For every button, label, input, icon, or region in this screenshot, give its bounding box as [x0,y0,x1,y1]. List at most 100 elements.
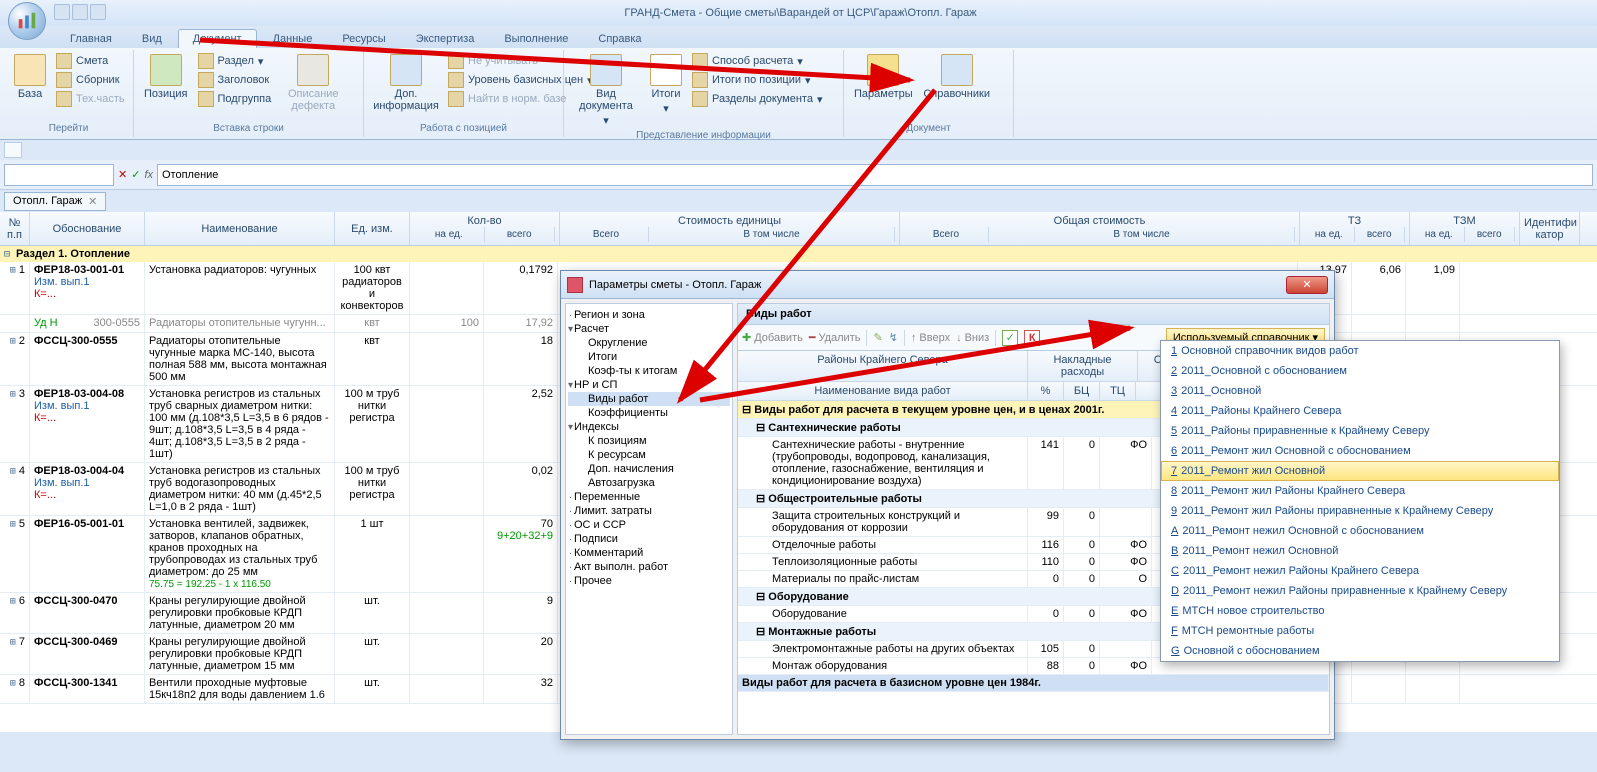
position-button[interactable]: Позиция [140,52,192,102]
tree-item[interactable]: ·Подписи [568,532,730,546]
tree-item[interactable]: К позициям [568,434,730,448]
tree-item[interactable]: Автозагрузка [568,476,730,490]
dialog-close-button[interactable]: ✕ [1286,276,1328,294]
fx-icon[interactable]: fx [144,169,153,181]
qat-redo-icon[interactable] [90,4,106,20]
zagolovok-button[interactable]: Заголовок [196,71,274,89]
ribbon-tab-2[interactable]: Документ [178,29,257,48]
tree-item[interactable]: ▾НР и СП [568,378,730,392]
ribbon-tab-6[interactable]: Выполнение [490,30,582,48]
cell-ref-input[interactable] [4,164,114,186]
ribbon-tab-1[interactable]: Вид [128,30,176,48]
vid-dok-button[interactable]: Вид документа ▾ [570,52,642,129]
wth-pc[interactable]: % [1028,382,1064,400]
podgruppa-button[interactable]: Подгруппа [196,90,274,108]
tree-item[interactable]: ▾Индексы [568,420,730,434]
itogi-button[interactable]: Итоги ▾ [646,52,686,117]
tree-item[interactable]: ·Акт выполн. работ [568,560,730,574]
settings-tree[interactable]: ·Регион и зона▾РасчетОкруглениеИтогиКоэф… [565,303,733,735]
defekt-button[interactable]: Описание дефекта [277,52,349,114]
qat-undo-icon[interactable] [72,4,88,20]
popup-item[interactable]: 8 2011_Ремонт жил Районы Крайнего Севера [1161,481,1559,501]
delete-button[interactable]: ━Удалить [809,331,861,344]
tree-item[interactable]: Коэффициенты [568,406,730,420]
params-button[interactable]: Параметры [850,52,917,102]
col-id[interactable]: Идентифи катор [1520,212,1580,245]
reference-popup[interactable]: 1 Основной справочник видов работ2 2011_… [1160,340,1560,662]
accept-icon[interactable]: ✓ [131,168,140,181]
tree-item[interactable]: ·ОС и ССР [568,518,730,532]
up-button[interactable]: ↑ Вверх [911,332,950,344]
tree-item[interactable]: ▾Расчет [568,322,730,336]
col-naim[interactable]: Наименование [145,212,335,245]
dopinfo-button[interactable]: Доп. информация [370,52,442,114]
col-ed[interactable]: Ед. изм. [335,212,410,245]
col-tz[interactable]: ТЗ на ед.всего [1300,212,1410,245]
check-icon[interactable]: ✓ [1002,330,1018,346]
col-obos[interactable]: Обоснование [30,212,145,245]
popup-item[interactable]: 6 2011_Ремонт жил Основной с обоснование… [1161,441,1559,461]
popup-item[interactable]: 9 2011_Ремонт жил Районы приравненные к … [1161,501,1559,521]
wth-region[interactable]: Районы Крайнего Севера [738,351,1028,381]
tb-icon[interactable] [4,142,22,158]
itpoz-button[interactable]: Итоги по позиции ▾ [690,71,825,89]
tree-item[interactable]: Итоги [568,350,730,364]
close-icon[interactable]: ✕ [88,195,97,208]
work-row[interactable]: Виды работ для расчета в базисном уровне… [738,675,1329,692]
ribbon-tab-0[interactable]: Главная [56,30,126,48]
tree-item[interactable]: ·Лимит. затраты [568,504,730,518]
sposob-button[interactable]: Способ расчета ▾ [690,52,825,70]
razdel-button[interactable]: Раздел ▾ [196,52,274,70]
sbornik-button[interactable]: Сборник [54,71,127,89]
sprav-button[interactable]: Справочники [921,52,993,102]
tree-item[interactable]: Округление [568,336,730,350]
razdok-button[interactable]: Разделы документа ▾ [690,90,825,108]
col-np[interactable]: № п.п [0,212,30,245]
teh-button[interactable]: Тех.часть [54,90,127,108]
col-stoied[interactable]: Стоимость единицы ВсегоВ том числе [560,212,900,245]
wth-nakl[interactable]: Накладные расходы [1028,351,1138,381]
popup-item[interactable]: F МТСН ремонтные работы [1161,621,1559,641]
ribbon-tab-7[interactable]: Справка [584,30,655,48]
popup-item[interactable]: E МТСН новое строительство [1161,601,1559,621]
popup-item[interactable]: 3 2011_Основной [1161,381,1559,401]
ribbon-tab-5[interactable]: Экспертиза [402,30,489,48]
cancel-icon[interactable]: ✕ [118,168,127,181]
qat-save-icon[interactable] [54,4,70,20]
k-icon[interactable]: К [1024,330,1040,346]
smeta-button[interactable]: Смета [54,52,127,70]
doc-tab[interactable]: Отопл. Гараж✕ [4,192,106,211]
popup-item[interactable]: C 2011_Ремонт нежил Районы Крайнего Севе… [1161,561,1559,581]
add-button[interactable]: ✚Добавить [742,331,803,344]
wth-tc[interactable]: ТЦ [1100,382,1136,400]
section-header[interactable]: ⊟ Раздел 1. Отопление [0,246,1597,262]
ribbon-tab-3[interactable]: Данные [259,30,327,48]
col-kolvo[interactable]: Кол-во на ед.всего [410,212,560,245]
popup-item[interactable]: 7 2011_Ремонт жил Основной [1161,461,1559,481]
tree-item[interactable]: К ресурсам [568,448,730,462]
brush-icon[interactable]: ↯ [889,331,898,344]
edit-icon[interactable]: ✎ [873,331,882,344]
col-obst[interactable]: Общая стоимость ВсегоВ том числе [900,212,1300,245]
popup-item[interactable]: G Основной с обоснованием [1161,641,1559,661]
tree-item[interactable]: Коэф-ты к итогам [568,364,730,378]
col-tzm[interactable]: ТЗМ на ед.всего [1410,212,1520,245]
baza-button[interactable]: База [10,52,50,102]
tree-item[interactable]: ·Регион и зона [568,308,730,322]
tree-item[interactable]: ·Переменные [568,490,730,504]
popup-item[interactable]: B 2011_Ремонт нежил Основной [1161,541,1559,561]
tree-item[interactable]: ·Комментарий [568,546,730,560]
popup-item[interactable]: 1 Основной справочник видов работ [1161,341,1559,361]
down-button[interactable]: ↓ Вниз [956,332,989,344]
popup-item[interactable]: 2 2011_Основной с обоснованием [1161,361,1559,381]
dialog-titlebar[interactable]: Параметры сметы - Отопл. Гараж ✕ [561,271,1334,299]
popup-item[interactable]: 4 2011_Районы Крайнего Севера [1161,401,1559,421]
ribbon-tab-4[interactable]: Ресурсы [328,30,399,48]
tree-item[interactable]: ·Прочее [568,574,730,588]
wth-naim[interactable]: Наименование вида работ [738,382,1028,400]
popup-item[interactable]: D 2011_Ремонт нежил Районы приравненные … [1161,581,1559,601]
formula-input[interactable] [157,164,1593,186]
tree-item[interactable]: Виды работ [568,392,730,406]
app-orb-button[interactable] [8,2,46,40]
wth-bc[interactable]: БЦ [1064,382,1100,400]
